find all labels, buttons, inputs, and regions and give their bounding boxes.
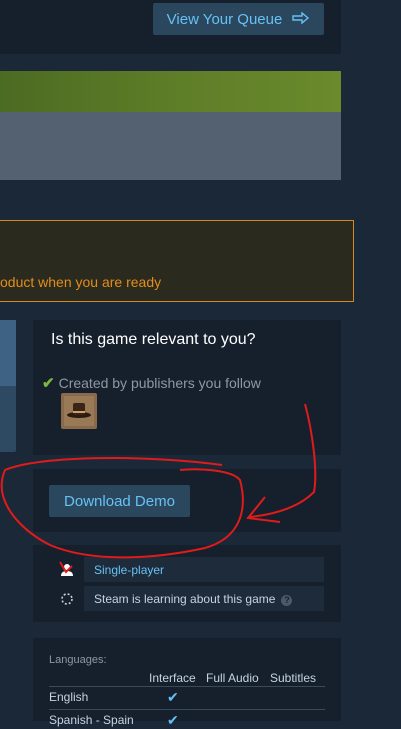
language-name: Spanish - Spain [49,713,134,727]
feature-single-player[interactable]: Single-player [49,557,324,582]
arrow-right-icon [292,11,310,28]
download-demo-button[interactable]: Download Demo [49,485,190,517]
single-player-icon [49,557,84,582]
header-interface: Interface [149,671,196,685]
question-icon[interactable]: ? [281,594,293,606]
language-check: ✔ [167,689,179,705]
learning-text: Steam is learning about this game [94,591,276,606]
feature-label: Steam is learning about this game? [84,591,293,606]
relevance-reason: ✔ Created by publishers you follow [42,374,261,392]
header-subtitles: Subtitles [270,671,317,685]
publisher-avatar[interactable] [61,393,97,429]
row-divider [49,686,325,687]
languages-title: Languages: [49,654,107,666]
media-strip [0,112,341,180]
row-divider [49,709,325,710]
side-panel-edge [0,320,16,452]
notice-text: oduct when you are ready [0,274,162,290]
relevance-reason-text: Created by publishers you follow [58,375,261,391]
feature-label: Single-player [94,562,165,577]
header-full-audio: Full Audio [206,671,259,685]
loading-icon [49,586,84,611]
relevance-title: Is this game relevant to you? [51,331,256,348]
hat-logo-icon [64,396,94,426]
view-queue-button[interactable]: View Your Queue [153,3,324,35]
check-icon: ✔ [42,375,55,392]
highlight-bar [0,71,341,112]
view-queue-label: View Your Queue [166,10,283,28]
feature-learning: Steam is learning about this game? [49,586,324,611]
language-name: English [49,690,89,704]
